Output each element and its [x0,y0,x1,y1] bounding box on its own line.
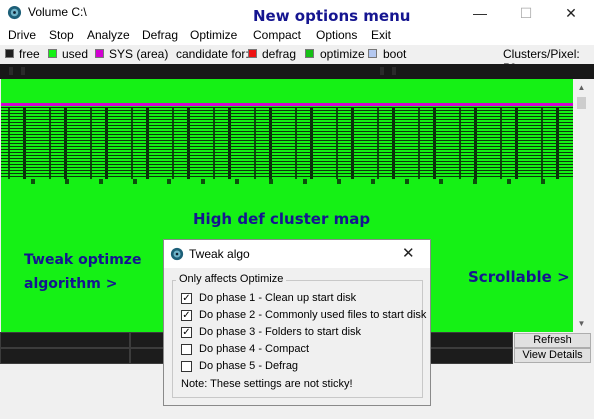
details-cell [430,332,513,348]
map-header-strip [0,64,594,79]
scroll-down-icon[interactable]: ▼ [573,315,590,332]
menu-defrag[interactable]: Defrag [142,28,178,42]
dialog-app-icon [170,247,184,261]
phase-3-label: Do phase 3 - Folders to start disk [199,326,362,338]
view-details-button[interactable]: View Details [514,348,591,363]
menu-analyze[interactable]: Analyze [87,28,130,42]
annotation-scrollable: Scrollable > [468,268,570,286]
annotation-cluster-map: High def cluster map [193,210,371,228]
menu-drive[interactable]: Drive [8,28,36,42]
legend-used-swatch [48,49,57,58]
strip-mark [392,67,396,75]
maximize-button[interactable]: ☐ [503,0,549,26]
legend-used: used [62,47,89,61]
legend-free-swatch [5,49,14,58]
legend-boot-swatch [368,49,377,58]
menu-stop[interactable]: Stop [49,28,74,42]
tweak-algo-dialog: Tweak algo ✕ Only affects Optimize ✓ Do … [163,239,431,406]
phase-2-checkbox[interactable]: ✓ [181,310,192,321]
strip-mark [380,67,384,75]
dialog-title: Tweak algo [189,247,250,261]
phase-5-label: Do phase 5 - Defrag [199,360,299,372]
legend-sys: SYS (area) [109,47,169,61]
legend-defrag-swatch [248,49,257,58]
phase-5-checkbox[interactable] [181,361,192,372]
settings-note: Note: These settings are not sticky! [181,378,353,390]
group-label: Only affects Optimize [176,273,287,285]
legend-candidate: candidate for: [176,47,249,61]
legend-free: free [19,47,40,61]
menu-exit[interactable]: Exit [371,28,391,42]
legend: free used SYS (area) candidate for: defr… [0,45,594,75]
annotation-tweak-line2: algorithm > [24,276,118,292]
map-scrollbar[interactable]: ▲ ▼ [573,79,590,332]
phase-4-checkbox[interactable] [181,344,192,355]
map-fragment-region [1,107,573,179]
strip-mark [9,67,13,75]
window-title: Volume C:\ [28,5,87,19]
menu-compact[interactable]: Compact [253,28,301,42]
phase-1-label: Do phase 1 - Clean up start disk [199,292,357,304]
menu-optimize[interactable]: Optimize [190,28,237,42]
minimize-button[interactable]: — [457,0,503,26]
menu-bar: Drive Stop Analyze Defrag Optimize Compa… [0,26,594,45]
phase-2-label: Do phase 2 - Commonly used files to star… [199,309,427,321]
close-button[interactable]: ✕ [548,0,594,26]
app-window: Volume C:\ — ☐ ✕ Drive Stop Analyze Defr… [0,0,594,419]
map-used-area [1,79,573,103]
legend-boot: boot [383,47,407,61]
legend-defrag: defrag [262,47,297,61]
annotation-options-menu: New options menu [253,7,411,25]
map-fragment-tail [1,179,573,184]
legend-optimize-swatch [305,49,314,58]
phase-3-checkbox[interactable]: ✓ [181,327,192,338]
phase-1-checkbox[interactable]: ✓ [181,293,192,304]
scroll-up-icon[interactable]: ▲ [573,79,590,96]
legend-sys-swatch [95,49,104,58]
dialog-close-button[interactable]: ✕ [402,244,415,262]
phase-4-label: Do phase 4 - Compact [199,343,310,355]
dialog-title-bar: Tweak algo ✕ [164,240,430,268]
legend-optimize: optimize [320,47,365,61]
refresh-button[interactable]: Refresh [514,333,591,348]
details-cell [0,332,130,348]
menu-options[interactable]: Options [316,28,357,42]
details-cell [430,348,513,364]
details-cell [0,348,130,364]
scroll-thumb[interactable] [577,97,586,109]
strip-mark [21,67,25,75]
map-sys-area [1,103,573,106]
app-icon [7,5,22,20]
annotation-tweak-line1: Tweak optimze [24,252,142,268]
